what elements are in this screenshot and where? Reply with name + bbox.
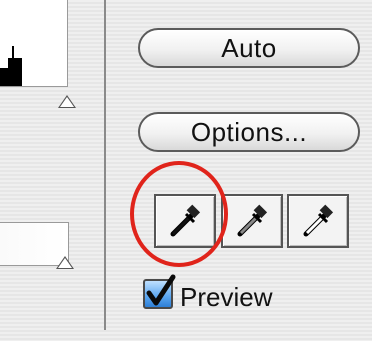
gray-eyedropper-icon [237,204,268,237]
gray-eyedropper-button[interactable] [221,194,283,248]
options-button[interactable]: Options... [138,112,360,152]
auto-button[interactable]: Auto [138,28,360,68]
white-eyedropper-button[interactable] [287,194,349,248]
levels-panel [0,0,106,330]
preview-checkbox[interactable] [143,274,176,309]
checkmark-icon [146,274,176,306]
histogram [0,0,68,87]
histogram-bar [8,58,22,86]
output-white-slider[interactable] [56,256,74,269]
preview-label: Preview [180,282,273,312]
white-eyedropper-icon [303,204,334,237]
input-white-slider[interactable] [58,95,76,108]
red-highlight-circle [130,161,228,267]
histogram-bar [12,46,14,86]
